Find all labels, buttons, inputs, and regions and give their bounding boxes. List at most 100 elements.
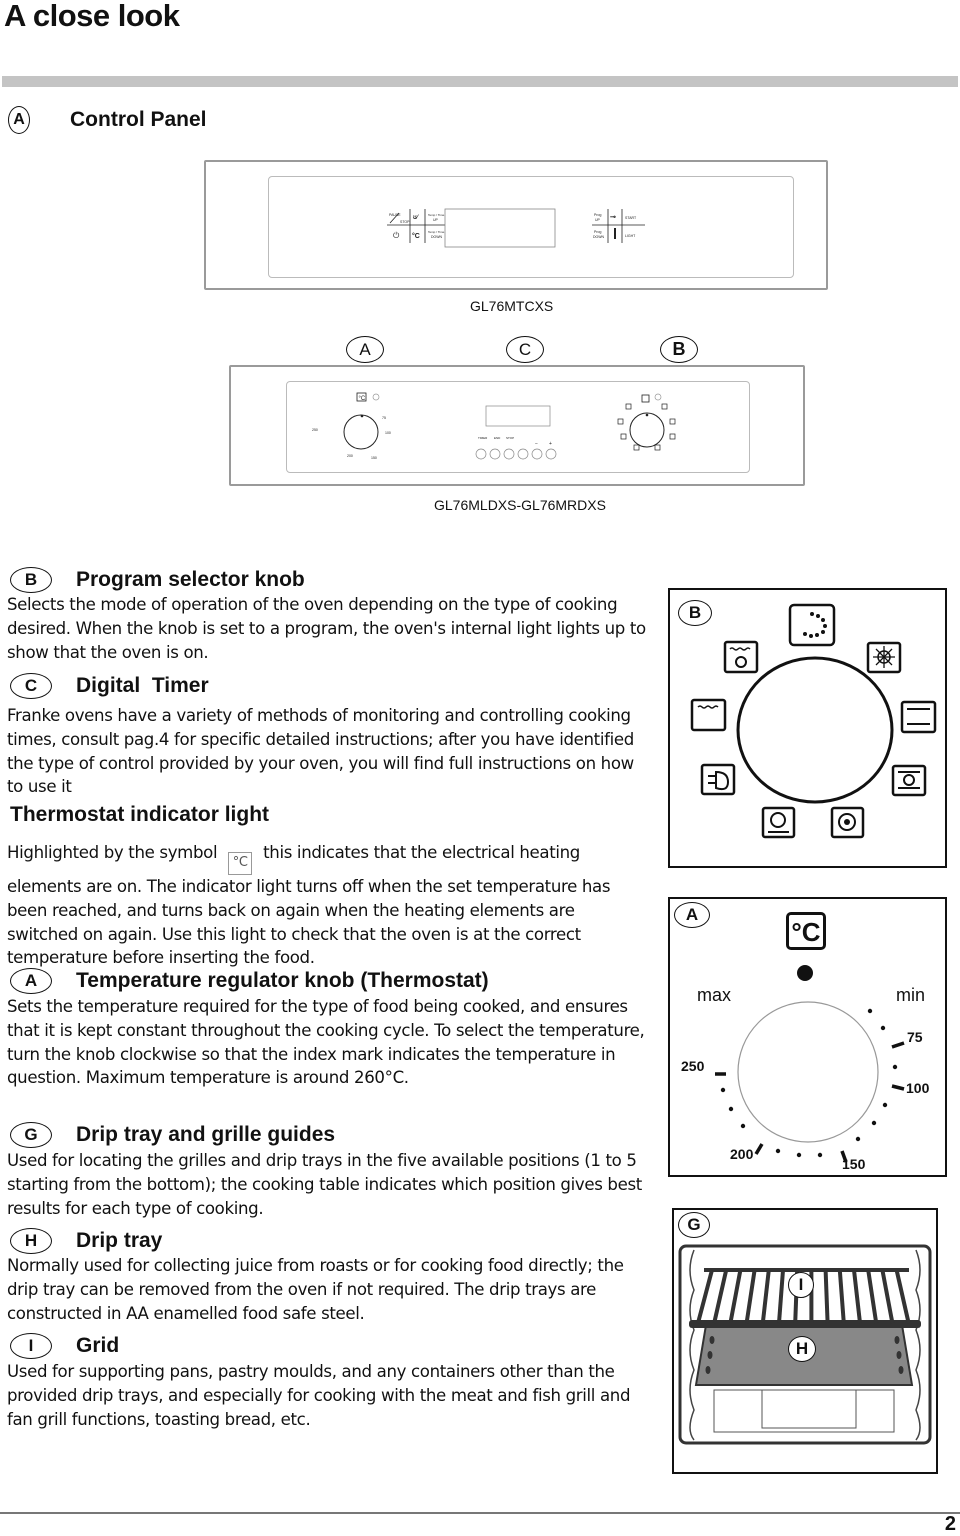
section-h-title: Drip tray: [76, 1229, 163, 1252]
svg-text:DOWN: DOWN: [593, 235, 605, 239]
section-a-heading: A Temperature regulator knob (Thermostat…: [10, 968, 489, 994]
section-g-title: Drip tray and grille guides: [76, 1123, 336, 1146]
scale-label-150: 150: [842, 1156, 866, 1172]
control-panel-gl76mldxs: °C 250 75 100 200 150 TIMER END STOP − +: [229, 365, 805, 486]
section-c-title: Digital Timer: [76, 674, 209, 697]
svg-text:ʊ⁄: ʊ⁄: [413, 215, 420, 221]
svg-text:⏻: ⏻: [393, 231, 400, 240]
callout-b: B: [660, 336, 698, 363]
control-panel-title: Control Panel: [70, 108, 207, 131]
section-c-heading: C Digital Timer: [10, 673, 209, 699]
defrost-dots-icon: [788, 603, 836, 647]
marker-c: C: [10, 673, 52, 699]
svg-text:°C: °C: [412, 232, 420, 240]
header-divider: [2, 76, 958, 87]
scale-label-200: 200: [730, 1146, 754, 1162]
svg-text:END: END: [494, 436, 501, 440]
touch-keys-diagram: PAUSE STOP ʊ⁄ Temp / Time UP ⏻ °C Temp /…: [387, 208, 645, 248]
control-panel-gl76mtcxs: PAUSE STOP ʊ⁄ Temp / Time UP ⏻ °C Temp /…: [204, 160, 828, 290]
program-knob-diagram: B: [668, 588, 947, 868]
diagram-marker-h: H: [788, 1336, 816, 1362]
svg-text:75: 75: [382, 416, 386, 420]
bottom-fan-icon: [761, 806, 796, 839]
section-g-text: Used for locating the grilles and drip t…: [7, 1151, 642, 1218]
section-i-title: Grid: [76, 1334, 120, 1357]
section-i-text: Used for supporting pans, pastry moulds,…: [7, 1362, 631, 1429]
grid-bar: [823, 1269, 830, 1324]
svg-text:+: +: [549, 441, 552, 447]
grid-bar: [837, 1269, 846, 1324]
section-b-title: Program selector knob: [76, 568, 305, 591]
footer-divider: [0, 1512, 960, 1514]
thermometer-symbol-icon: °C: [228, 852, 253, 875]
knob-outline: [737, 1001, 879, 1143]
scale-label-100: 100: [906, 1080, 930, 1096]
svg-text:200: 200: [347, 454, 353, 458]
svg-text:STOP: STOP: [506, 436, 514, 440]
section-b-heading: B Program selector knob: [10, 567, 305, 593]
grid-bar: [880, 1269, 895, 1324]
svg-text:Temp / Time: Temp / Time: [428, 213, 445, 217]
svg-text:LIGHT: LIGHT: [625, 234, 636, 238]
svg-text:100: 100: [385, 431, 391, 435]
section-i-heading: I Grid: [10, 1333, 119, 1359]
top-bottom-element-icon: [900, 700, 937, 734]
control-panel-heading: A Control Panel: [8, 106, 207, 134]
model-label-2: GL76MLDXS-GL76MRDXS: [434, 497, 606, 513]
svg-text:150: 150: [371, 456, 377, 460]
marker-b: B: [10, 567, 52, 593]
oven-floor: [713, 1389, 895, 1433]
thermostat-light-text: Highlighted by the symbol °C this indica…: [7, 841, 647, 970]
marker-a-section: A: [10, 968, 52, 994]
model-label-1: GL76MTCXS: [470, 298, 554, 314]
section-a-title: Temperature regulator knob (Thermostat): [76, 969, 489, 992]
grid-bar: [866, 1269, 879, 1324]
indicator-light: [797, 965, 813, 981]
svg-text:Prog: Prog: [594, 213, 601, 217]
svg-text:Prog: Prog: [594, 230, 601, 234]
svg-text:⊸: ⊸: [610, 214, 616, 221]
panel-face-2: °C 250 75 100 200 150 TIMER END STOP − +: [286, 381, 750, 473]
svg-text:START: START: [625, 216, 637, 220]
svg-text:PAUSE: PAUSE: [389, 213, 401, 217]
top-heat-fan-icon: [723, 640, 759, 674]
grid-bar: [777, 1269, 785, 1324]
grid-bar: [760, 1269, 771, 1324]
marker-g: G: [10, 1122, 52, 1148]
thermostat-light-heading: Thermostat indicator light: [10, 803, 270, 826]
callout-c: C: [506, 336, 544, 363]
scale-label-250: 250: [681, 1058, 705, 1074]
scale-dots: [720, 1008, 898, 1158]
grid-bar: [852, 1269, 862, 1324]
program-knob-svg: [690, 603, 937, 839]
thermostat-knob-diagram: A °C max min 75 100 150 200 250: [668, 897, 947, 1177]
top-element-icon: [690, 698, 727, 732]
svg-text:TIMER: TIMER: [478, 436, 488, 440]
svg-text:250: 250: [312, 428, 318, 432]
page-number: 2: [944, 1513, 956, 1535]
marker-a: A: [8, 106, 30, 134]
light-icon: [866, 641, 902, 674]
section-c-text: Franke ovens have a variety of methods o…: [7, 706, 634, 797]
svg-text:−: −: [535, 441, 538, 447]
grid-bar: [712, 1269, 729, 1324]
svg-text:UP: UP: [595, 218, 601, 222]
grid-bar: [696, 1269, 714, 1324]
grid-bar: [894, 1269, 911, 1324]
section-h-heading: H Drip tray: [10, 1228, 162, 1254]
svg-text:DOWN: DOWN: [431, 235, 443, 239]
grill-fan-icon: [700, 763, 736, 796]
knobs-diagram: °C 250 75 100 200 150 TIMER END STOP − +: [312, 392, 676, 460]
diagram-marker-i: I: [788, 1272, 814, 1298]
scale-label-75: 75: [907, 1029, 923, 1045]
section-h-text: Normally used for collecting juice from …: [7, 1256, 624, 1323]
svg-text:UP: UP: [433, 218, 439, 222]
svg-text:°C: °C: [359, 396, 366, 402]
marker-h: H: [10, 1228, 52, 1254]
fan-icon: [830, 806, 865, 839]
panel-face: PAUSE STOP ʊ⁄ Temp / Time UP ⏻ °C Temp /…: [268, 176, 794, 278]
oven-interior-diagram: G I H: [672, 1208, 938, 1474]
section-a-text: Sets the temperature required for the ty…: [7, 997, 645, 1088]
section-b-text: Selects the mode of operation of the ove…: [7, 595, 646, 662]
section-g-heading: G Drip tray and grille guides: [10, 1122, 335, 1148]
